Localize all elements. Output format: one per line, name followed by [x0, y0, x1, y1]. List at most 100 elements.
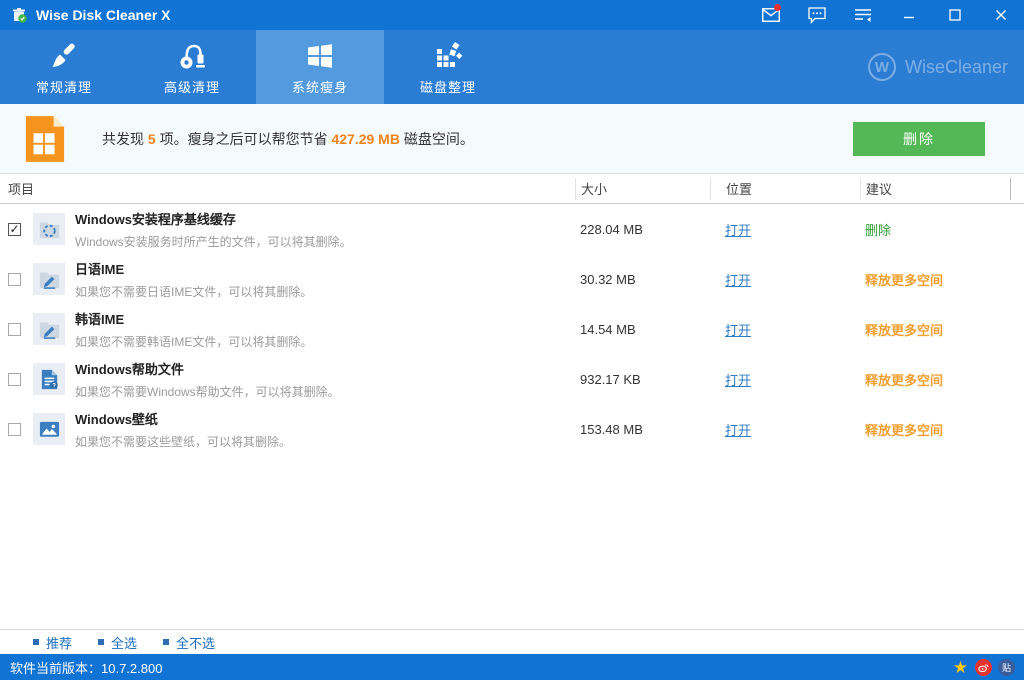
row-text: 韩语IME 如果您不需要韩语IME文件，可以将其删除。 [75, 309, 312, 350]
select-all-link[interactable]: 全选 [98, 633, 137, 652]
summary-count: 5 [148, 131, 156, 147]
recommended-link[interactable]: 推荐 [33, 633, 72, 652]
row-description: 如果您不需要韩语IME文件，可以将其删除。 [75, 333, 312, 350]
open-location-link[interactable]: 打开 [725, 370, 751, 389]
row-title: 韩语IME [75, 309, 312, 328]
row-title: Windows安装程序基线缓存 [75, 209, 352, 228]
row-size: 14.54 MB [575, 304, 710, 354]
suggestion-label: 释放更多空间 [865, 320, 943, 339]
tab-2-vacuum[interactable]: 高级清理 [128, 30, 256, 104]
help-file-icon: ? [33, 363, 65, 395]
vacuum-icon [177, 39, 207, 73]
rate-star-icon[interactable]: ★ [951, 658, 970, 677]
footer-link-label: 推荐 [46, 633, 72, 652]
titlebar: Wise Disk Cleaner X [0, 0, 1024, 30]
windows-icon [305, 39, 335, 73]
header-suggestion[interactable]: 建议 [860, 178, 1010, 200]
tab-4-defrag[interactable]: 磁盘整理 [384, 30, 512, 104]
suggestion-cell: 删除 [860, 204, 1010, 254]
tieba-icon[interactable]: 贴 [997, 658, 1016, 677]
folder-sync-icon [33, 213, 65, 245]
summary-middle: 项。瘦身之后可以帮您节省 [156, 131, 332, 147]
wallpaper-icon [33, 413, 65, 445]
row-description: Windows安装服务时所产生的文件，可以将其删除。 [75, 233, 352, 250]
row-checkbox[interactable] [8, 273, 21, 286]
summary-text: 共发现 5 项。瘦身之后可以帮您节省 427.29 MB 磁盘空间。 [102, 129, 474, 149]
item-cell: Windows壁纸如果您不需要这些壁纸，可以将其删除。 [0, 404, 575, 454]
status-bar: 软件当前版本：10.7.2.800 ★ 贴 [0, 654, 1024, 680]
row-title: Windows壁纸 [75, 409, 291, 428]
app-logo-icon [10, 6, 28, 24]
location-cell: 打开 [710, 254, 860, 304]
row-description: 如果您不需要这些壁纸，可以将其删除。 [75, 433, 291, 450]
item-cell: ✓ Windows安装程序基线缓存 Windows安装服务时所产生的文件，可以将其删… [0, 204, 575, 254]
wisecleaner-brand: W WiseCleaner [868, 53, 1008, 81]
header-size[interactable]: 大小 [575, 178, 710, 200]
footer-link-label: 全选 [111, 633, 137, 652]
row-title: 日语IME [75, 259, 312, 278]
table-row: Windows壁纸如果您不需要这些壁纸，可以将其删除。153.48 MB打开释放… [0, 404, 1024, 454]
row-title: Windows帮助文件 [75, 359, 340, 378]
table-row: 日语IME如果您不需要日语IME文件，可以将其删除。30.32 MB 打开 释放更多… [0, 254, 1024, 304]
suggestion-cell: 释放更多空间 [860, 354, 1010, 404]
feedback-chat-icon[interactable] [794, 0, 840, 30]
header-filler [1010, 178, 1024, 200]
titlebar-left: Wise Disk Cleaner X [0, 6, 171, 24]
location-cell: 打开 [710, 304, 860, 354]
tab-label: 系统瘦身 [292, 77, 348, 96]
menu-icon[interactable] [840, 0, 886, 30]
header-location[interactable]: 位置 [710, 178, 860, 200]
defrag-icon [433, 39, 463, 73]
footer-links: 推荐 全选 全不选 [0, 629, 1024, 654]
table-body: ✓ Windows安装程序基线缓存 Windows安装服务时所产生的文件，可以将其删… [0, 204, 1024, 454]
wisecleaner-brand-name: WiseCleaner [905, 57, 1008, 78]
suggestion-cell: 释放更多空间 [860, 404, 1010, 454]
item-cell: 韩语IME 如果您不需要韩语IME文件，可以将其删除。 [0, 304, 575, 354]
row-checkbox[interactable] [8, 373, 21, 386]
mail-notification-badge [774, 4, 781, 11]
item-cell: ? Windows帮助文件如果您不需要Windows帮助文件，可以将其删除。 [0, 354, 575, 404]
row-checkbox[interactable]: ✓ [8, 223, 21, 236]
version-label: 软件当前版本：10.7.2.800 [10, 658, 162, 677]
app-window: Wise Disk Cleaner X [0, 0, 1024, 680]
suggestion-label: 释放更多空间 [865, 270, 943, 289]
open-location-link[interactable]: 打开 [725, 270, 751, 289]
nav-tabs: 常规清理 高级清理系统瘦身 磁盘整理 [0, 30, 512, 104]
header-item[interactable]: 项目 [0, 178, 575, 200]
table-row: ✓ Windows安装程序基线缓存 Windows安装服务时所产生的文件，可以将其删… [0, 204, 1024, 254]
windows-file-icon [24, 115, 66, 163]
suggestion-label: 释放更多空间 [865, 370, 943, 389]
row-size: 30.32 MB [575, 254, 710, 304]
brush-icon [49, 39, 79, 73]
open-location-link[interactable]: 打开 [725, 220, 751, 239]
row-description: 如果您不需要Windows帮助文件，可以将其删除。 [75, 383, 340, 400]
row-size: 932.17 KB [575, 354, 710, 404]
open-location-link[interactable]: 打开 [725, 320, 751, 339]
delete-button[interactable]: 删除 [853, 122, 985, 156]
tab-3-windows[interactable]: 系统瘦身 [256, 30, 384, 104]
item-cell: 日语IME如果您不需要日语IME文件，可以将其删除。 [0, 254, 575, 304]
mail-icon[interactable] [748, 0, 794, 30]
minimize-button[interactable] [886, 0, 932, 30]
maximize-button[interactable] [932, 0, 978, 30]
row-text: Windows安装程序基线缓存 Windows安装服务时所产生的文件，可以将其删除… [75, 209, 352, 250]
table-row: 韩语IME 如果您不需要韩语IME文件，可以将其删除。 14.54 MB 打开 释放更多… [0, 304, 1024, 354]
open-location-link[interactable]: 打开 [725, 420, 751, 439]
tab-1-brush[interactable]: 常规清理 [0, 30, 128, 104]
bullet-icon [33, 639, 39, 645]
titlebar-buttons [748, 0, 1024, 30]
suggestion-label: 释放更多空间 [865, 420, 943, 439]
bullet-icon [163, 639, 169, 645]
row-text: Windows壁纸如果您不需要这些壁纸，可以将其删除。 [75, 409, 291, 450]
status-icons: ★ 贴 [947, 658, 1016, 677]
close-button[interactable] [978, 0, 1024, 30]
weibo-icon[interactable] [974, 658, 993, 677]
summary-banner: 共发现 5 项。瘦身之后可以帮您节省 427.29 MB 磁盘空间。 删除 [0, 104, 1024, 174]
row-checkbox[interactable] [8, 323, 21, 336]
row-checkbox[interactable] [8, 423, 21, 436]
row-text: Windows帮助文件如果您不需要Windows帮助文件，可以将其删除。 [75, 359, 340, 400]
footer-link-label: 全不选 [176, 633, 215, 652]
ime-pen-icon [33, 263, 65, 295]
tab-label: 常规清理 [36, 77, 92, 96]
select-none-link[interactable]: 全不选 [163, 633, 215, 652]
